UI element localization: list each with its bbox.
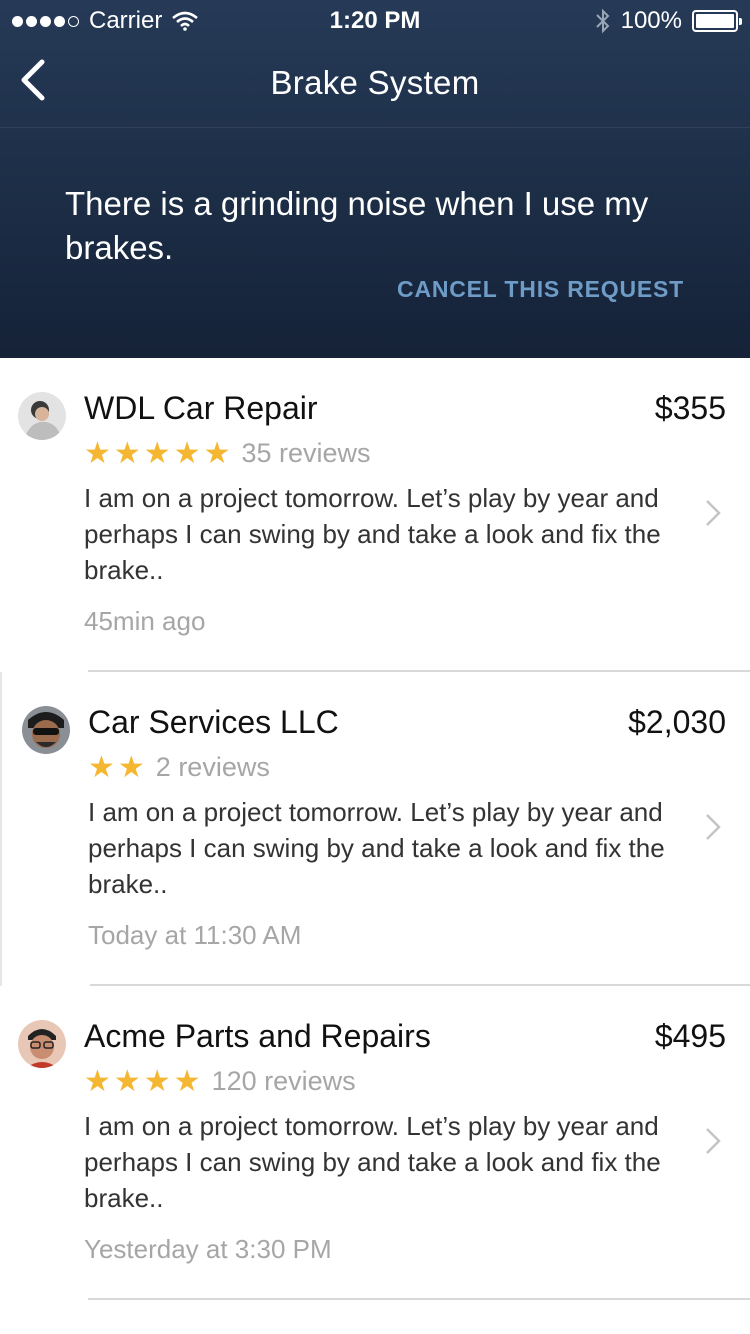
quote-message: I am on a project tomorrow. Let’s play b… bbox=[84, 1111, 661, 1213]
status-right: 100% bbox=[595, 7, 742, 35]
quote-time: Yesterday at 3:30 PM bbox=[84, 1234, 332, 1264]
quote-message: I am on a project tomorrow. Let’s play b… bbox=[88, 797, 665, 899]
quote-item[interactable]: Car Services LLC $2,030 ★★ 2 reviews I a… bbox=[0, 672, 750, 986]
quote-time: 45min ago bbox=[84, 606, 206, 636]
nav-bar: Brake System bbox=[0, 40, 750, 128]
shop-name: Acme Parts and Repairs bbox=[84, 1018, 431, 1054]
quote-item[interactable]: Acme Parts and Repairs $495 ★★★★ 120 rev… bbox=[0, 986, 750, 1300]
chevron-right-icon bbox=[706, 1128, 721, 1154]
request-header: Carrier 1:20 PM 100% Brake System There … bbox=[0, 0, 750, 358]
battery-icon bbox=[692, 10, 742, 32]
chevron-right-icon bbox=[706, 814, 721, 840]
request-description: There is a grinding noise when I use my … bbox=[65, 185, 649, 266]
quote-message: I am on a project tomorrow. Let’s play b… bbox=[84, 483, 661, 585]
avatar bbox=[18, 1020, 66, 1068]
quote-time: Today at 11:30 AM bbox=[88, 920, 302, 950]
star-icons: ★★★★★ bbox=[84, 437, 234, 470]
status-bar: Carrier 1:20 PM 100% bbox=[0, 0, 750, 40]
bluetooth-icon bbox=[595, 8, 610, 34]
quote-price: $2,030 bbox=[628, 704, 726, 740]
quote-item[interactable]: WDL Car Repair $355 ★★★★★ 35 reviews I a… bbox=[0, 358, 750, 672]
avatar bbox=[22, 706, 70, 754]
rating: ★★★★ 120 reviews bbox=[84, 1064, 356, 1099]
divider bbox=[88, 1298, 750, 1300]
shop-name: WDL Car Repair bbox=[84, 390, 318, 426]
chevron-right-icon bbox=[706, 500, 721, 526]
review-count: 35 reviews bbox=[241, 438, 371, 468]
shop-name: Car Services LLC bbox=[88, 704, 339, 740]
review-count: 120 reviews bbox=[211, 1066, 356, 1096]
avatar bbox=[18, 392, 66, 440]
quote-price: $355 bbox=[654, 390, 726, 426]
rating: ★★ 2 reviews bbox=[88, 750, 270, 785]
battery-percent: 100% bbox=[620, 7, 682, 34]
rating: ★★★★★ 35 reviews bbox=[84, 436, 371, 471]
quote-list: WDL Car Repair $355 ★★★★★ 35 reviews I a… bbox=[0, 358, 750, 1300]
page-title: Brake System bbox=[270, 64, 480, 101]
review-count: 2 reviews bbox=[155, 752, 270, 782]
star-icons: ★★★★ bbox=[84, 1065, 204, 1098]
quote-price: $495 bbox=[654, 1018, 726, 1054]
star-icons: ★★ bbox=[88, 751, 148, 784]
cancel-request-button[interactable]: CANCEL THIS REQUEST bbox=[397, 276, 684, 303]
